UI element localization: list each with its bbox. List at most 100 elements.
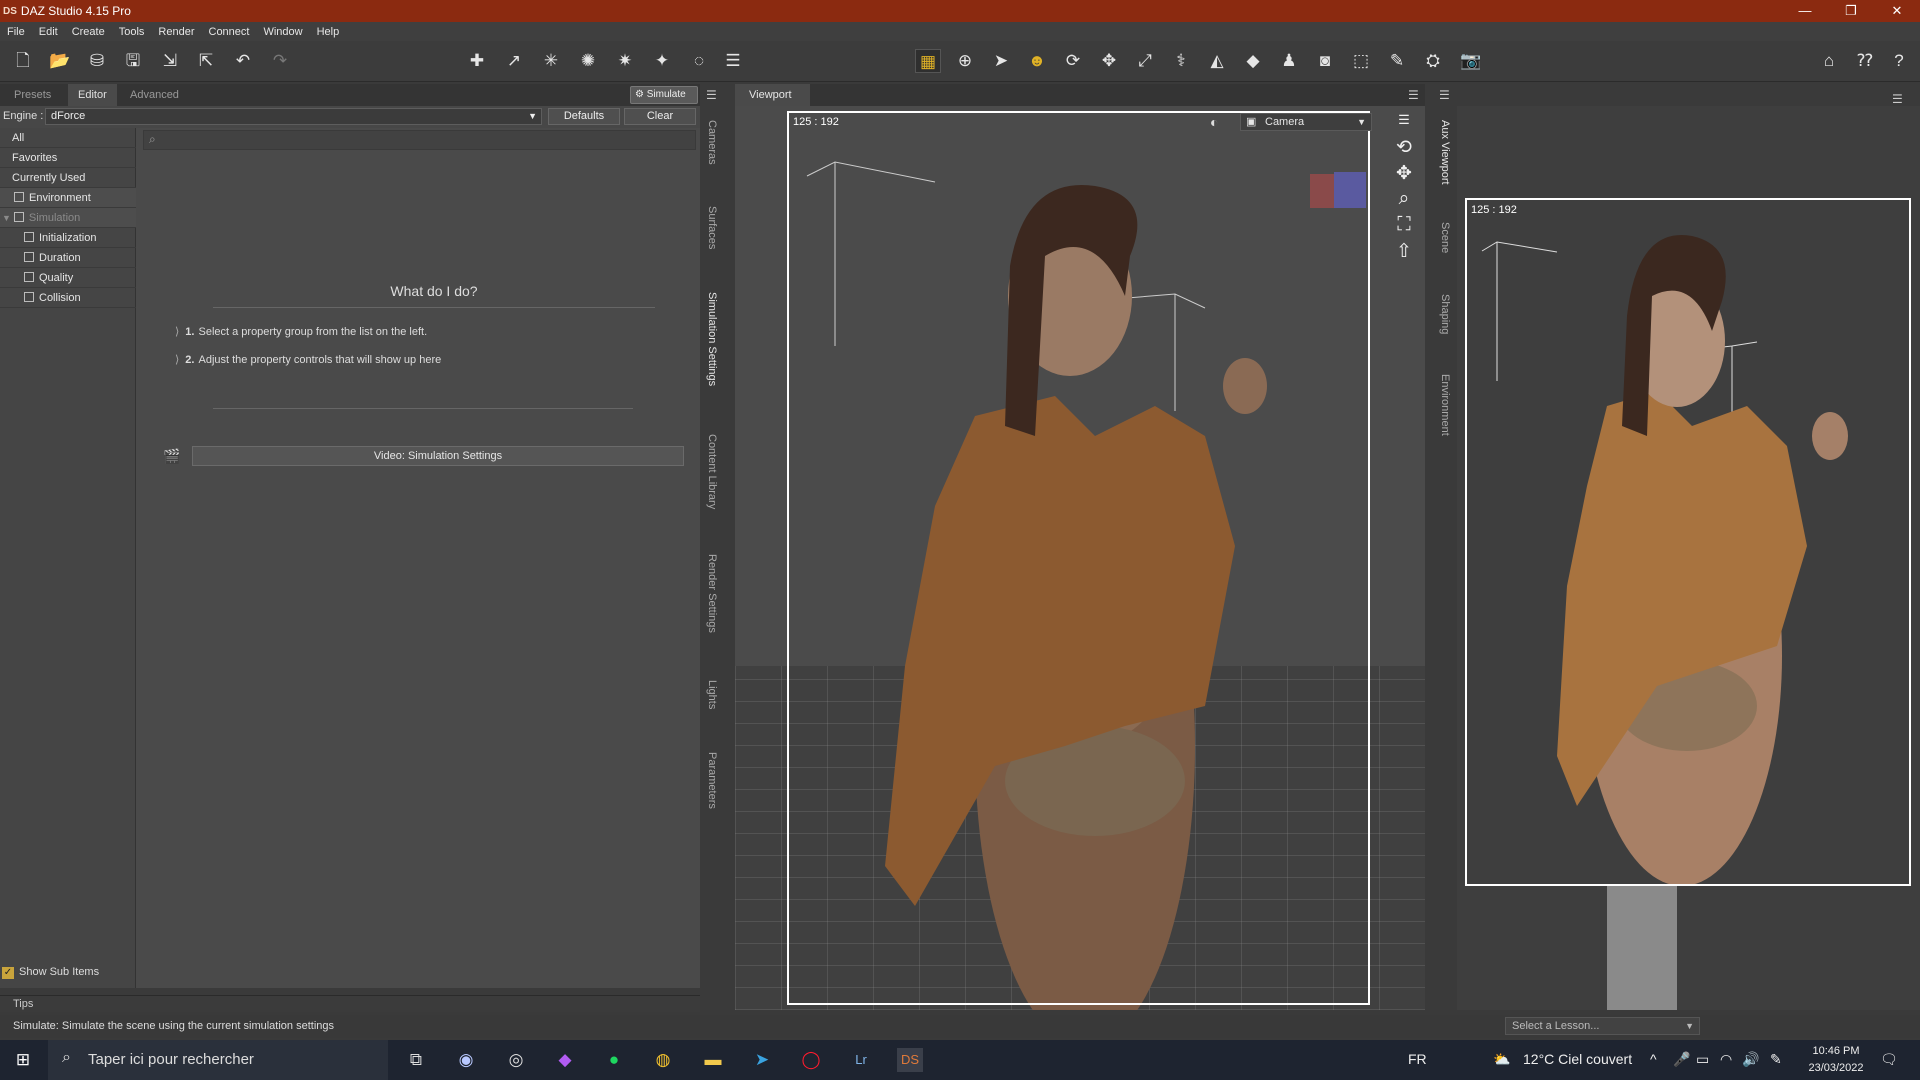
notifications-icon[interactable]: 🗨 — [1880, 1051, 1898, 1068]
clock-date[interactable]: 23/03/2022 — [1806, 1062, 1866, 1074]
whats-this-icon[interactable]: ⁇ — [1852, 49, 1878, 73]
maximize-button[interactable]: ❐ — [1828, 0, 1874, 22]
translate-tool-icon[interactable]: ✥ — [1096, 49, 1122, 73]
aux-viewport[interactable]: 125 : 192 — [1457, 106, 1920, 1010]
weather-text[interactable]: 12°C Ciel couvert — [1523, 1051, 1632, 1067]
side-tab-aux-viewport[interactable]: Aux Viewport — [1439, 120, 1451, 185]
search-input[interactable]: ⌕ — [143, 130, 696, 150]
orbit-icon[interactable]: ⟲ — [1393, 136, 1415, 159]
app-icon-1[interactable]: ◉ — [453, 1048, 479, 1072]
messenger-icon[interactable]: ◆ — [552, 1048, 578, 1072]
geometry-editor-icon[interactable]: ◭ — [1204, 49, 1230, 73]
side-tab-parameters[interactable]: Parameters — [706, 752, 718, 809]
import-icon[interactable]: ⇲ — [157, 49, 183, 73]
menu-help[interactable]: Help — [310, 26, 347, 38]
menu-edit[interactable]: Edit — [32, 26, 65, 38]
new-scene-icon[interactable]: 🗋 — [10, 49, 36, 73]
save-icon[interactable]: 🖫 — [120, 49, 146, 73]
view-cube[interactable] — [1310, 168, 1368, 212]
menu-connect[interactable]: Connect — [202, 26, 257, 38]
wifi-icon[interactable]: ◠ — [1720, 1051, 1732, 1068]
engine-select[interactable]: dForce ▼ — [45, 108, 542, 125]
merge-icon[interactable]: ⛁ — [84, 49, 110, 73]
viewport-menu-icon[interactable]: ☰ — [1408, 88, 1419, 102]
scene-grid-icon[interactable]: ▦ — [915, 49, 941, 73]
render-settings-icon[interactable]: ⛭ — [1420, 49, 1446, 73]
volume-icon[interactable]: 🔊 — [1742, 1051, 1759, 1068]
viewport-options-icon[interactable]: ☰ — [1393, 112, 1415, 128]
side-tab-render-settings[interactable]: Render Settings — [706, 554, 718, 633]
language-indicator[interactable]: FR — [1408, 1051, 1427, 1067]
daz-studio-icon[interactable]: DS — [897, 1048, 923, 1072]
list-item-environment[interactable]: Environment — [0, 188, 136, 208]
create-distant-light-icon[interactable]: ✳ — [538, 49, 564, 73]
spotrender-icon[interactable]: ◙ — [1312, 49, 1338, 73]
side-tab-environment[interactable]: Environment — [1439, 374, 1451, 436]
list-item-initialization[interactable]: Initialization — [0, 228, 136, 248]
node-selection-icon[interactable]: ➤ — [988, 49, 1014, 73]
help-icon[interactable]: ? — [1886, 49, 1912, 73]
menu-render[interactable]: Render — [151, 26, 201, 38]
tab-editor[interactable]: Editor — [68, 84, 117, 106]
camera-select[interactable]: ▣ Camera ▼ — [1240, 113, 1372, 131]
tab-viewport[interactable]: Viewport — [735, 84, 810, 106]
tab-presets[interactable]: Presets — [4, 84, 61, 106]
telegram-icon[interactable]: ➤ — [749, 1048, 775, 1072]
side-tab-surfaces[interactable]: Surfaces — [706, 206, 718, 249]
surface-selection-icon[interactable]: ◆ — [1240, 49, 1266, 73]
pen-icon[interactable]: ✎ — [1770, 1051, 1782, 1068]
pane-menu-icon[interactable]: ☰ — [706, 88, 717, 102]
create-camera-icon[interactable]: ✦ — [649, 49, 675, 73]
create-point-light-icon[interactable]: ✺ — [575, 49, 601, 73]
pan-icon[interactable]: ✥ — [1393, 162, 1415, 185]
render-camera-icon[interactable]: 📷 — [1458, 49, 1484, 73]
list-item-quality[interactable]: Quality — [0, 268, 136, 288]
reset-view-icon[interactable]: ⇧ — [1393, 240, 1415, 263]
aux-menu-icon[interactable]: ☰ — [1439, 88, 1450, 102]
create-spotlight-icon[interactable]: ↗ — [501, 49, 527, 73]
render-preview-icon[interactable]: ◐ — [1210, 114, 1218, 130]
spotify-icon[interactable]: ● — [601, 1048, 627, 1072]
create-null-icon[interactable]: ◌ — [686, 49, 712, 73]
show-sub-items-checkbox[interactable]: ✓ Show Sub Items — [2, 966, 99, 979]
tray-chevron-icon[interactable]: ^ — [1650, 1051, 1657, 1067]
file-explorer-icon[interactable]: ▬ — [700, 1048, 726, 1072]
side-tab-lights[interactable]: Lights — [706, 680, 718, 709]
video-simulation-settings-button[interactable]: Video: Simulation Settings — [192, 446, 684, 466]
task-view-icon[interactable]: ⧉ — [403, 1048, 429, 1072]
aux-options-icon[interactable]: ☰ — [1892, 92, 1903, 106]
tab-advanced[interactable]: Advanced — [120, 84, 189, 106]
list-item-currently-used[interactable]: Currently Used — [0, 168, 136, 188]
frame-icon[interactable]: ⛶ — [1393, 214, 1415, 236]
undo-icon[interactable]: ↶ — [230, 49, 256, 73]
weather-icon[interactable]: ⛅ — [1493, 1051, 1510, 1068]
node-weight-brush-icon[interactable]: ✎ — [1384, 49, 1410, 73]
clock-time[interactable]: 10:46 PM — [1806, 1045, 1866, 1057]
lightroom-icon[interactable]: Lr — [848, 1048, 874, 1072]
list-item-collision[interactable]: Collision — [0, 288, 136, 308]
minimize-button[interactable]: — — [1782, 0, 1828, 22]
main-viewport[interactable]: 125 : 192 ◐ ▣ Camera ▼ ☰ ⟲ ✥ ⌕ ⛶ ⇧ — [735, 106, 1425, 1010]
windows-start-icon[interactable]: ⊞ — [10, 1048, 36, 1072]
side-tab-cameras[interactable]: Cameras — [706, 120, 718, 165]
daz-home-icon[interactable]: ⌂ — [1816, 49, 1842, 73]
tips-bar[interactable]: Tips — [0, 995, 700, 1012]
scale-tool-icon[interactable]: ⤢ — [1132, 49, 1158, 73]
universal-tool-icon[interactable]: ⊕ — [952, 49, 978, 73]
create-linear-light-icon[interactable]: ✷ — [612, 49, 638, 73]
active-pose-icon[interactable]: ☻ — [1024, 49, 1050, 73]
rotate-tool-icon[interactable]: ⟳ — [1060, 49, 1086, 73]
simulate-button[interactable]: ⚙ Simulate — [630, 86, 698, 104]
side-tab-shaping[interactable]: Shaping — [1439, 294, 1451, 334]
export-icon[interactable]: ⇱ — [193, 49, 219, 73]
app-obs-icon[interactable]: ◎ — [503, 1048, 529, 1072]
figure-pose-icon[interactable]: ♟ — [1276, 49, 1302, 73]
region-navigator-icon[interactable]: ⬚ — [1348, 49, 1374, 73]
joint-editor-icon[interactable]: ⚕ — [1168, 49, 1194, 73]
create-figure-icon[interactable]: ✚ — [464, 49, 490, 73]
battery-icon[interactable]: ▭ — [1696, 1051, 1709, 1068]
menu-window[interactable]: Window — [256, 26, 309, 38]
list-item-all[interactable]: All — [0, 128, 136, 148]
list-item-duration[interactable]: Duration — [0, 248, 136, 268]
zoom-icon[interactable]: ⌕ — [1393, 188, 1415, 210]
